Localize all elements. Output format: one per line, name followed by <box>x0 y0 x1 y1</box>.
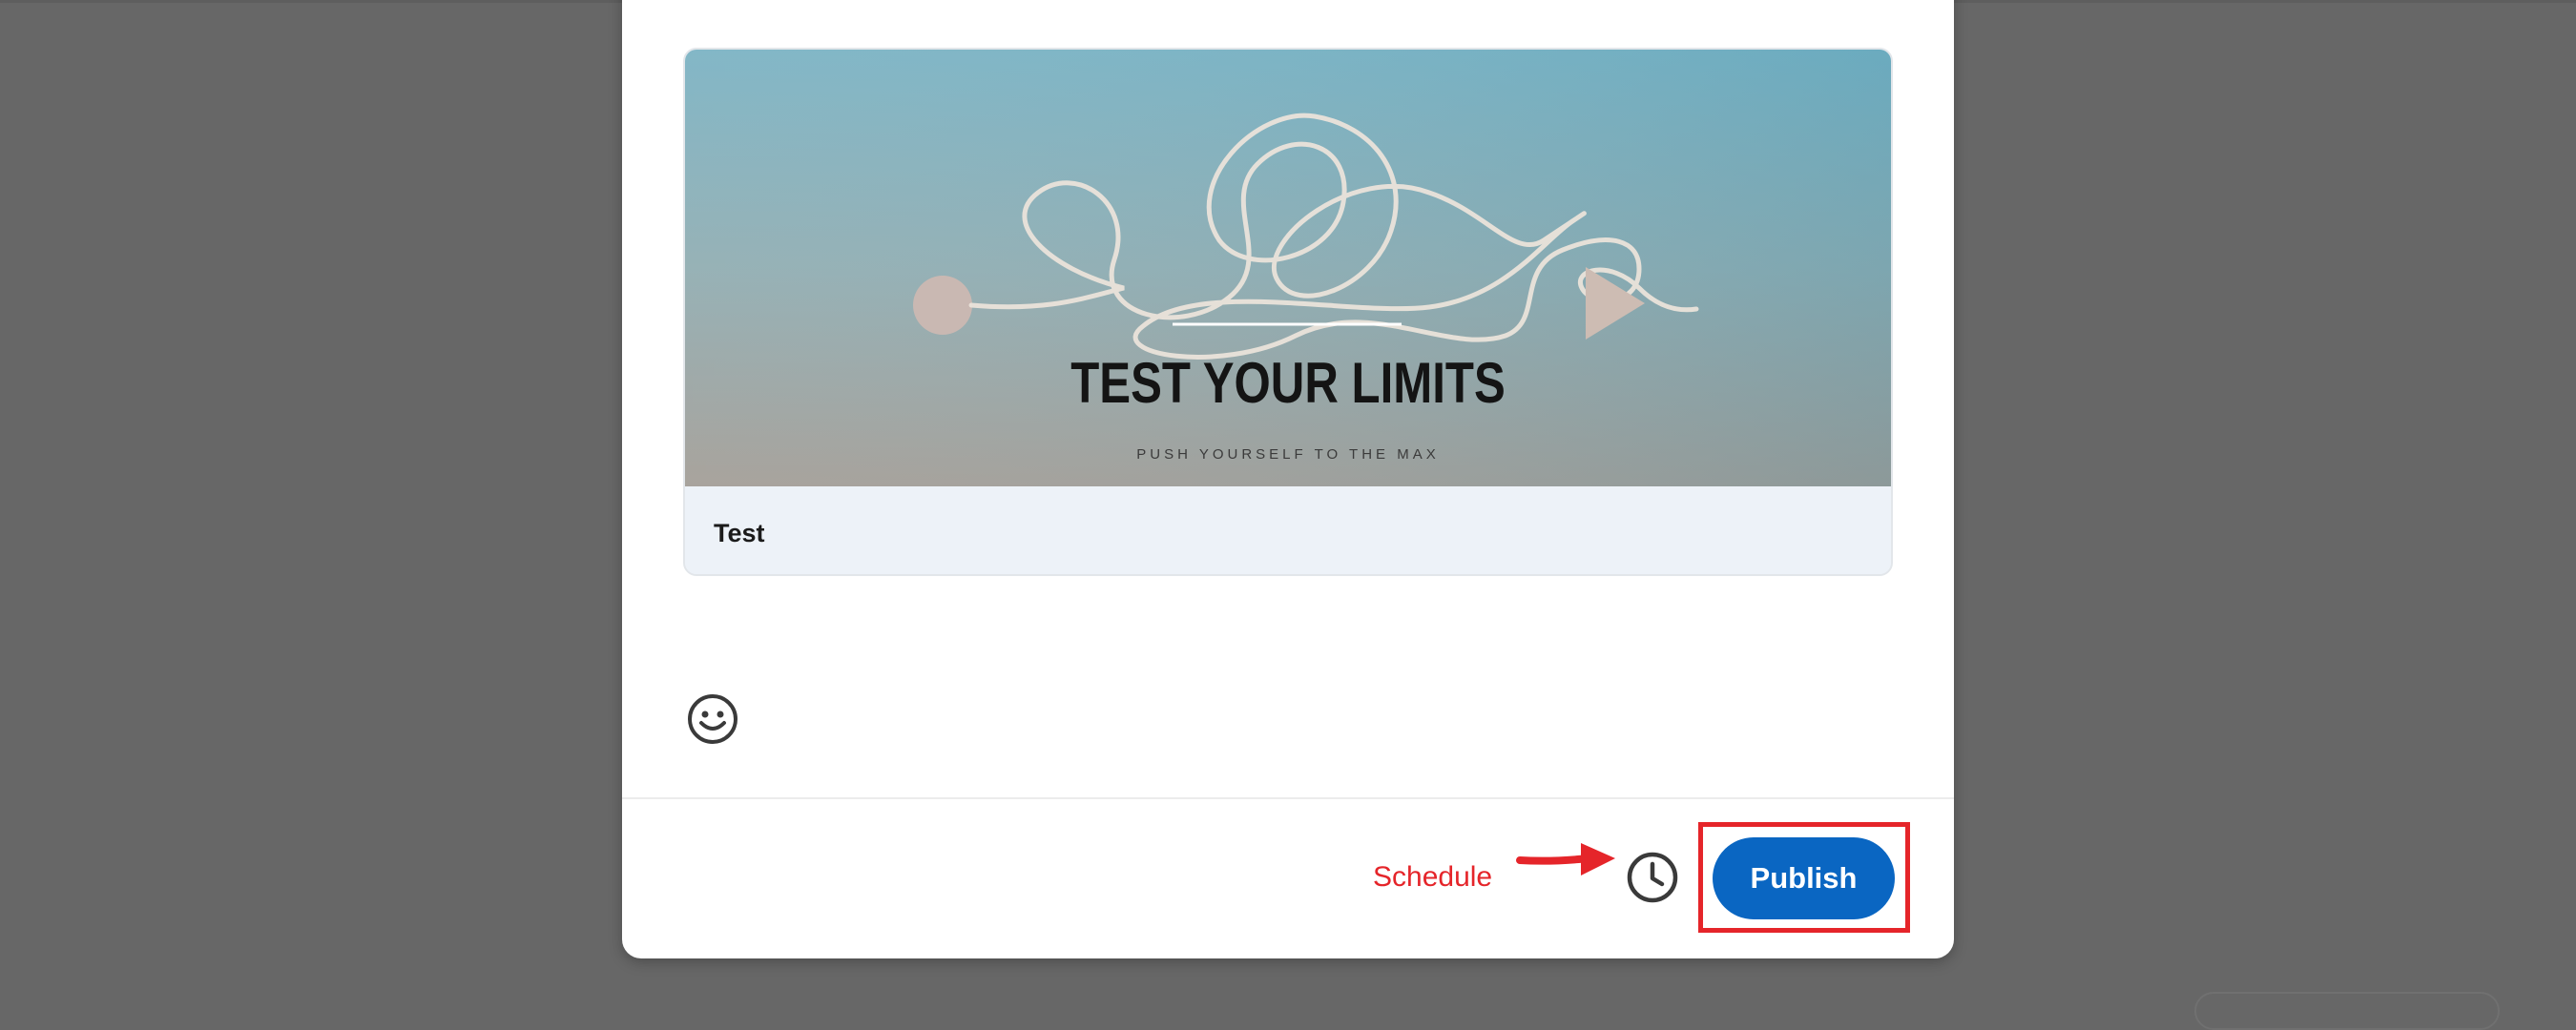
link-preview-title: Test <box>714 519 765 547</box>
annotation-arrow-icon <box>1514 837 1619 883</box>
background-control-outline <box>2194 992 2500 1030</box>
footer-divider <box>622 797 1954 799</box>
share-post-modal: TEST YOUR LIMITS PUSH YOURSELF TO THE MA… <box>622 0 1954 958</box>
link-preview-image: TEST YOUR LIMITS PUSH YOURSELF TO THE MA… <box>685 50 1891 486</box>
link-preview-card[interactable]: TEST YOUR LIMITS PUSH YOURSELF TO THE MA… <box>683 48 1893 576</box>
link-preview-footer: Test <box>685 486 1891 574</box>
image-headline-text: TEST YOUR LIMITS <box>1070 350 1506 415</box>
publish-button[interactable]: Publish <box>1713 837 1895 919</box>
smiley-face-icon[interactable] <box>685 691 740 747</box>
schedule-annotation-label: Schedule <box>1373 861 1493 893</box>
image-subline-text: PUSH YOURSELF TO THE MAX <box>1136 446 1439 463</box>
clock-icon[interactable] <box>1625 850 1680 905</box>
